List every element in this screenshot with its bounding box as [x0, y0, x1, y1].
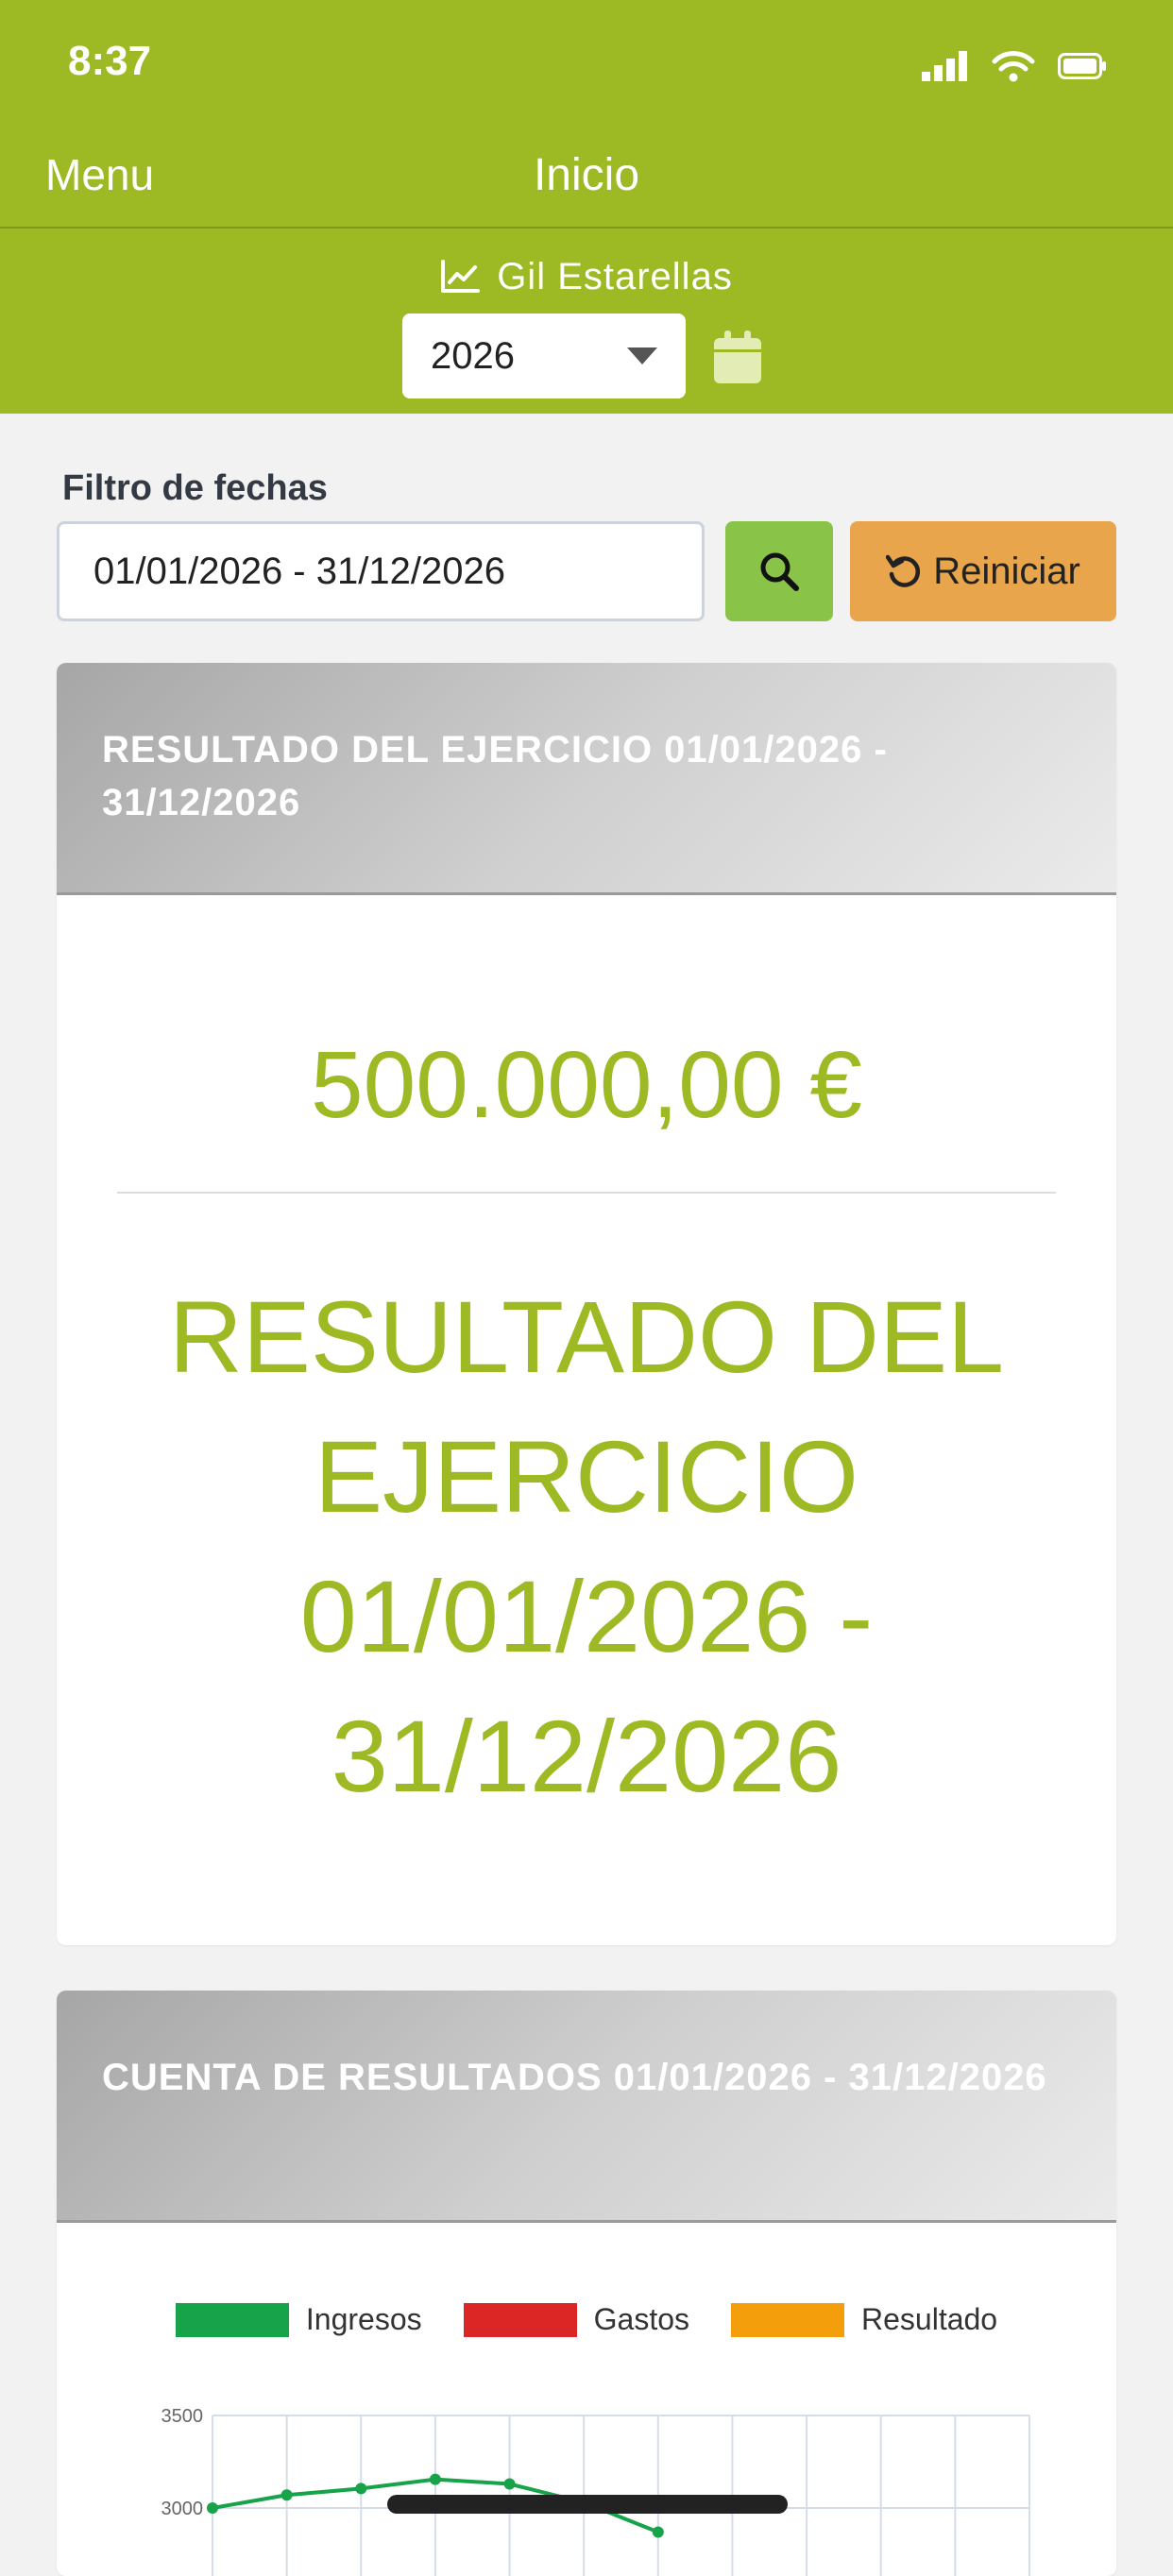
search-icon — [760, 552, 799, 591]
chevron-down-icon — [627, 347, 657, 364]
undo-icon — [886, 554, 921, 587]
legend-item-gastos[interactable]: Gastos — [463, 2302, 689, 2337]
result-caption: RESULTADO DEL EJERCICIO 01/01/2026 - 31/… — [168, 1280, 1005, 1813]
app-header: 8:37 Menu Inicio Gil Estarellas 2026 — [0, 0, 1173, 414]
legend-label-ingresos: Ingresos — [305, 2302, 422, 2336]
legend-swatch-resultado — [731, 2302, 844, 2337]
legend-label-gastos: Gastos — [593, 2302, 689, 2336]
data-point[interactable] — [280, 2489, 293, 2501]
wifi-icon — [992, 51, 1035, 82]
reset-button[interactable]: Reiniciar — [850, 521, 1116, 621]
divider — [117, 1192, 1056, 1194]
accounts-card: CUENTA DE RESULTADOS 01/01/2026 - 31/12/… — [57, 1991, 1116, 2576]
legend-swatch-ingresos — [175, 2302, 289, 2337]
chart-legend: Ingresos Gastos Resultado — [57, 2302, 1116, 2337]
data-point[interactable] — [207, 2502, 218, 2514]
legend-item-resultado[interactable]: Resultado — [731, 2302, 997, 2337]
search-button[interactable] — [725, 521, 833, 621]
signal-icon — [922, 51, 967, 81]
battery-icon — [1058, 53, 1106, 79]
result-card: RESULTADO DEL EJERCICIO 01/01/2026 - 31/… — [57, 663, 1116, 1945]
nav-bar: Menu Inicio — [0, 132, 1173, 229]
accounts-card-title: CUENTA DE RESULTADOS 01/01/2026 - 31/12/… — [57, 1991, 1116, 2223]
filter-label: Filtro de fechas — [62, 468, 328, 508]
company-row: Gil Estarellas — [0, 253, 1173, 300]
legend-item-ingresos[interactable]: Ingresos — [175, 2302, 422, 2337]
reset-button-label: Reiniciar — [933, 550, 1080, 592]
calendar-icon[interactable] — [714, 330, 761, 383]
year-select-value: 2026 — [431, 334, 515, 377]
line-chart: 3500 3000 — [162, 2406, 1030, 2576]
year-select[interactable]: 2026 — [402, 314, 686, 398]
data-point[interactable] — [503, 2478, 516, 2490]
legend-label-resultado: Resultado — [861, 2302, 998, 2336]
legend-swatch-gastos — [463, 2302, 577, 2337]
date-range-input[interactable] — [57, 521, 705, 621]
y-tick-label: 3000 — [162, 2499, 204, 2519]
line-chart-icon — [441, 260, 481, 293]
company-name: Gil Estarellas — [497, 255, 733, 297]
result-card-title: RESULTADO DEL EJERCICIO 01/01/2026 - 31/… — [57, 663, 1116, 895]
y-tick-label: 3500 — [162, 2406, 204, 2427]
page-title: Inicio — [533, 150, 640, 200]
result-amount: 500.000,00 € — [311, 1032, 862, 1138]
data-point[interactable] — [652, 2526, 664, 2538]
data-point[interactable] — [355, 2483, 367, 2495]
status-icons — [922, 47, 1107, 85]
status-time: 8:37 — [68, 38, 152, 84]
home-indicator — [387, 2495, 788, 2514]
data-point[interactable] — [429, 2473, 441, 2485]
